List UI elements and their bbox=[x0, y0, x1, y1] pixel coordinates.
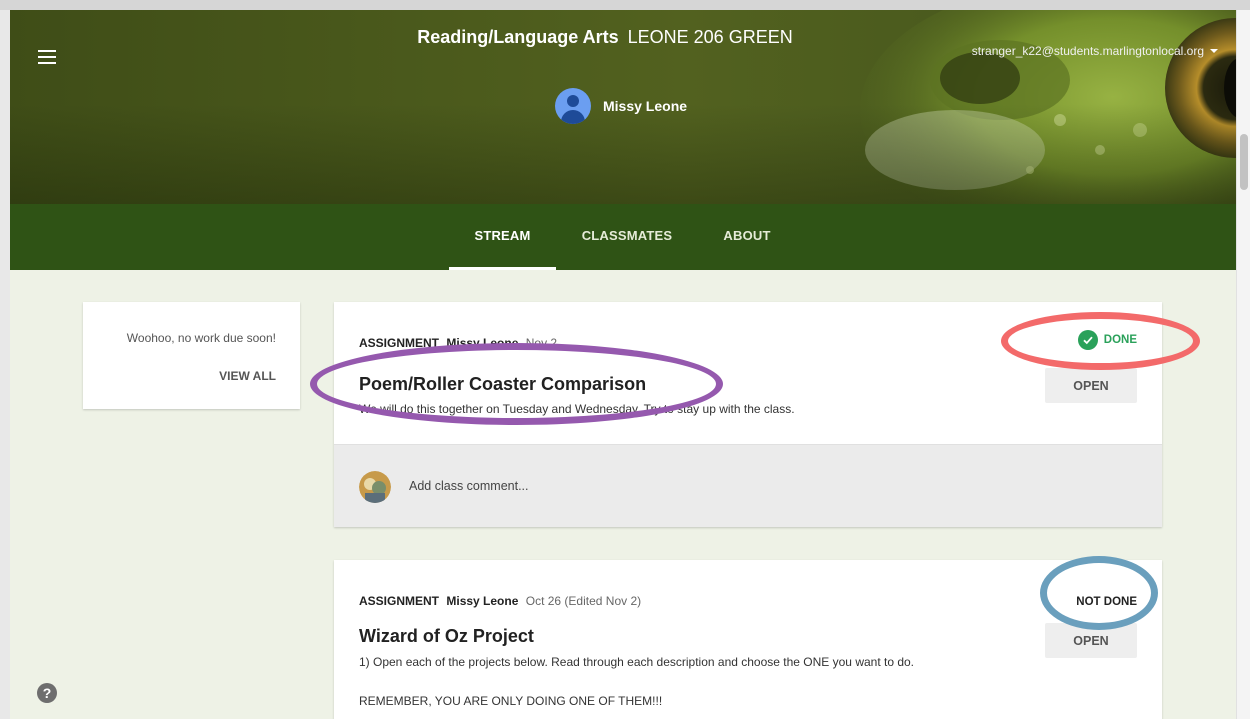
assignment-meta: ASSIGNMENT Missy Leone Nov 2 bbox=[359, 336, 557, 350]
post-author[interactable]: Missy Leone bbox=[446, 594, 518, 608]
teacher-name: Missy Leone bbox=[603, 98, 688, 114]
status-label: NOT DONE bbox=[1076, 596, 1137, 608]
assignment-card: ASSIGNMENT Missy Leone Oct 26 (Edited No… bbox=[334, 560, 1162, 719]
page-scrollbar[interactable] bbox=[1236, 10, 1250, 719]
post-type: ASSIGNMENT bbox=[359, 336, 440, 350]
course-name: Reading/Language Arts bbox=[417, 27, 619, 47]
assignment-title[interactable]: Wizard of Oz Project bbox=[359, 626, 534, 647]
teacher-info: Missy Leone bbox=[555, 88, 687, 124]
course-section: LEONE 206 GREEN bbox=[627, 27, 793, 47]
scrollbar-thumb[interactable] bbox=[1240, 134, 1248, 190]
student-avatar bbox=[359, 471, 391, 503]
status-label: DONE bbox=[1103, 334, 1137, 346]
account-switcher[interactable]: stranger_k22@students.marlingtonlocal.or… bbox=[972, 44, 1218, 58]
post-date: Nov 2 bbox=[525, 336, 558, 350]
browser-top-strip bbox=[0, 0, 1250, 10]
assignment-description: We will do this together on Tuesday and … bbox=[359, 402, 795, 416]
menu-icon[interactable] bbox=[38, 50, 56, 64]
tab-stream[interactable]: STREAM bbox=[449, 204, 556, 270]
class-comment-bar: Add class comment... bbox=[334, 444, 1162, 527]
assignment-description: 1) Open each of the projects below. Read… bbox=[359, 655, 915, 669]
open-button[interactable]: OPEN bbox=[1045, 368, 1137, 403]
class-tab-bar: STREAM CLASSMATES ABOUT bbox=[10, 204, 1236, 270]
tab-about[interactable]: ABOUT bbox=[708, 204, 786, 270]
status-badge-done: DONE bbox=[1077, 330, 1137, 350]
post-author[interactable]: Missy Leone bbox=[446, 336, 518, 350]
upcoming-card: Woohoo, no work due soon! VIEW ALL bbox=[83, 302, 300, 409]
teacher-avatar bbox=[555, 88, 591, 124]
post-date: Oct 26 (Edited Nov 2) bbox=[525, 594, 642, 608]
assignment-title[interactable]: Poem/Roller Coaster Comparison bbox=[359, 374, 646, 395]
tab-classmates[interactable]: CLASSMATES bbox=[568, 204, 686, 270]
add-class-comment-input[interactable]: Add class comment... bbox=[409, 479, 529, 493]
upcoming-message: Woohoo, no work due soon! bbox=[126, 331, 276, 345]
window-left-edge bbox=[0, 10, 10, 719]
assignment-meta: ASSIGNMENT Missy Leone Oct 26 (Edited No… bbox=[359, 594, 641, 608]
account-caret-icon bbox=[1210, 49, 1218, 53]
assignment-card: ASSIGNMENT Missy Leone Nov 2 Poem/Roller… bbox=[334, 302, 1162, 527]
classroom-page: Reading/Language Arts LEONE 206 GREEN Mi… bbox=[0, 0, 1250, 719]
assignment-description-note: REMEMBER, YOU ARE ONLY DOING ONE OF THEM… bbox=[359, 694, 663, 708]
help-icon[interactable]: ? bbox=[37, 683, 57, 703]
class-header-banner: Reading/Language Arts LEONE 206 GREEN Mi… bbox=[10, 10, 1236, 204]
status-badge-not-done: NOT DONE bbox=[1076, 596, 1137, 608]
account-email: stranger_k22@students.marlingtonlocal.or… bbox=[971, 44, 1204, 58]
check-circle-icon bbox=[1077, 330, 1098, 350]
view-all-link[interactable]: VIEW ALL bbox=[219, 369, 276, 383]
open-button[interactable]: OPEN bbox=[1045, 623, 1137, 658]
post-type: ASSIGNMENT bbox=[359, 594, 440, 608]
